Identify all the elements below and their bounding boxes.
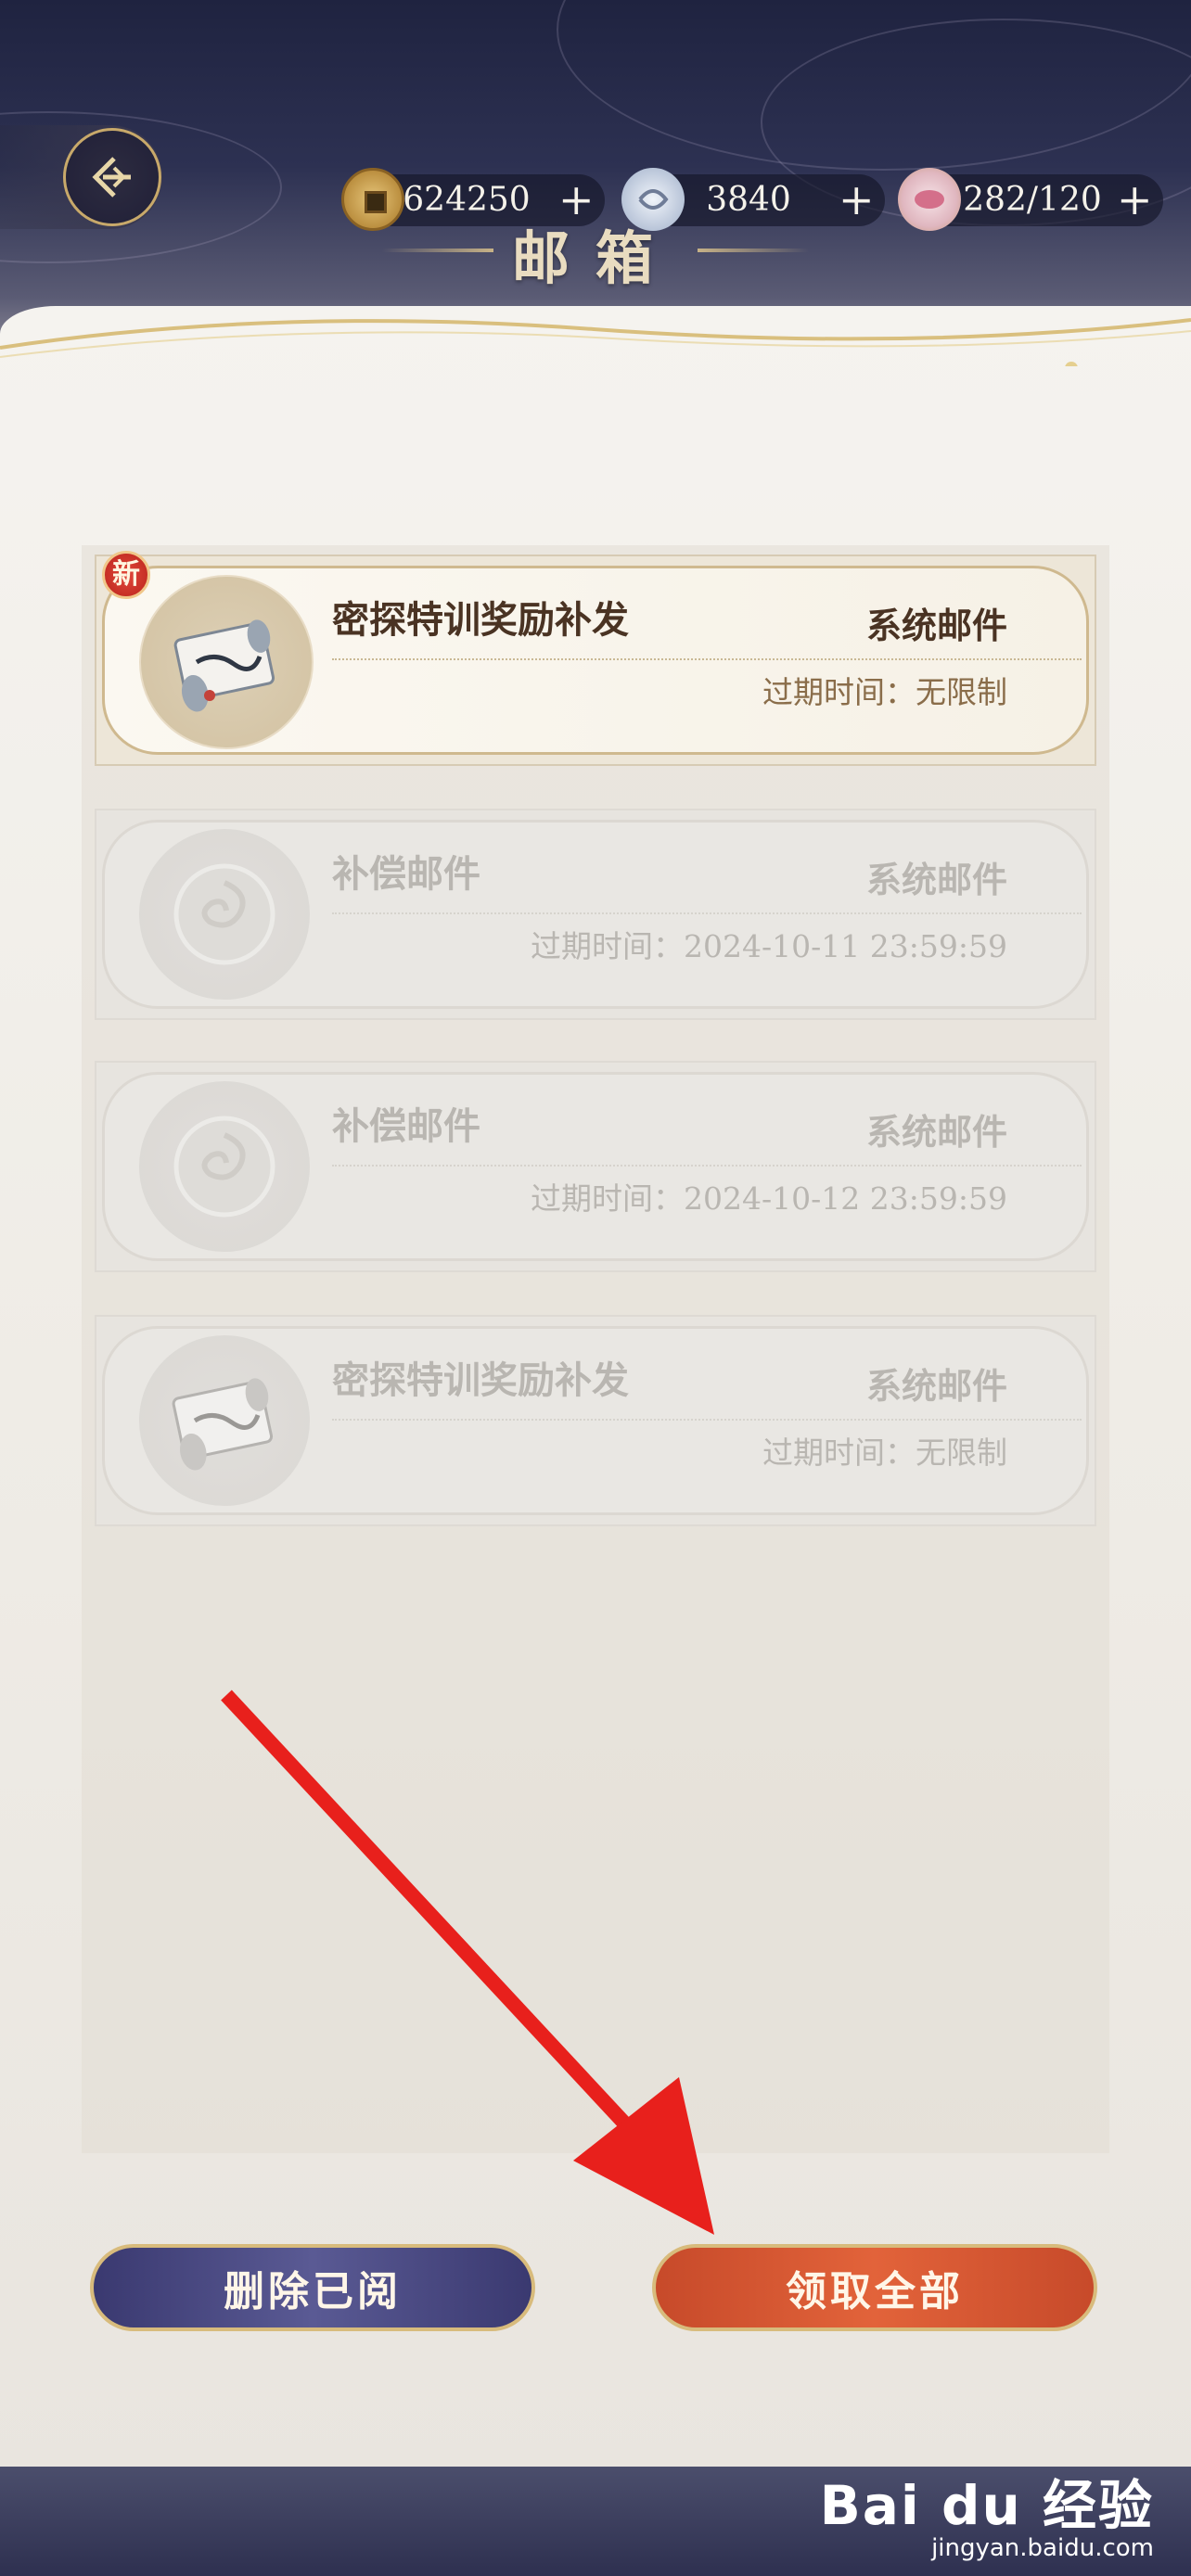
mail-icon-holder	[139, 575, 314, 749]
scroll-icon	[173, 619, 275, 712]
gold-trim-decoration	[0, 318, 1191, 366]
mail-expiry: 过期时间：无限制	[762, 1435, 1007, 1471]
mail-icon-holder	[139, 1081, 310, 1252]
mail-item[interactable]: 密探特训奖励补发 系统邮件 过期时间：无限制	[95, 1315, 1096, 1526]
claim-all-button[interactable]: 领取全部	[652, 2244, 1097, 2331]
mail-type: 系统邮件	[865, 605, 1007, 646]
delete-read-button[interactable]: 删除已阅	[90, 2244, 535, 2331]
page-title: 邮箱	[511, 224, 679, 292]
mail-title: 补偿邮件	[332, 1104, 480, 1148]
mail-divider	[332, 1419, 1082, 1421]
mail-icon-holder	[139, 1335, 310, 1506]
mail-expiry: 过期时间：2024-10-11 23:59:59	[531, 928, 1007, 964]
mail-type: 系统邮件	[865, 859, 1007, 900]
mail-item[interactable]: 补偿邮件 系统邮件 过期时间：2024-10-11 23:59:59	[95, 809, 1096, 1020]
new-badge: 新	[102, 551, 150, 599]
title-ornament-right	[698, 249, 809, 252]
scroll-icon	[172, 1378, 274, 1471]
mail-type: 系统邮件	[865, 1111, 1007, 1153]
mail-icon-holder	[139, 829, 310, 1000]
mail-title: 补偿邮件	[332, 852, 480, 896]
watermark-main: Bai du 经验	[819, 2474, 1154, 2537]
baidu-watermark: Bai du 经验 jingyan.baidu.com	[820, 2462, 1154, 2562]
mail-title: 密探特训奖励补发	[332, 1358, 629, 1402]
swirl-seal-icon	[173, 863, 275, 965]
mail-title: 密探特训奖励补发	[332, 598, 629, 642]
mail-divider	[332, 658, 1082, 660]
mail-expiry: 过期时间：无限制	[762, 674, 1007, 710]
mail-item[interactable]: 补偿邮件 系统邮件 过期时间：2024-10-12 23:59:59	[95, 1061, 1096, 1272]
mail-item[interactable]: 新 密探特训奖励补发 系统邮件 过期时间：无限制	[95, 551, 1096, 766]
swirl-seal-icon	[173, 1116, 275, 1218]
mail-type: 系统邮件	[865, 1365, 1007, 1407]
mail-divider	[332, 912, 1082, 914]
back-arrow-icon	[92, 157, 131, 198]
mail-expiry: 过期时间：2024-10-12 23:59:59	[531, 1180, 1007, 1217]
mail-divider	[332, 1165, 1082, 1167]
